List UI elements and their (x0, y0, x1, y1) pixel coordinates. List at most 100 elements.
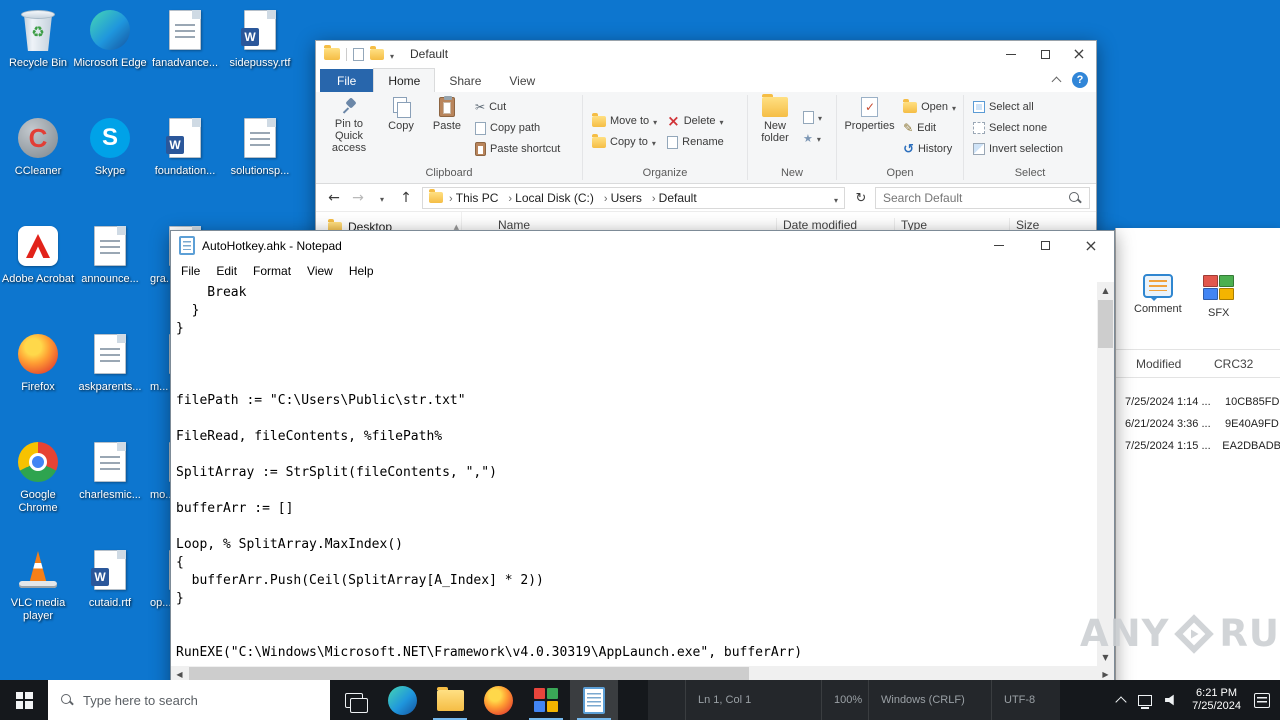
easy-access-button[interactable] (799, 129, 826, 149)
breadcrumb-this-pc[interactable]: This PC (445, 191, 502, 205)
taskbar-explorer-button[interactable] (426, 680, 474, 720)
vertical-scrollbar-thumb[interactable] (1098, 300, 1113, 348)
desktop-icon-microsoft-edge[interactable]: Microsoft Edge (73, 6, 147, 110)
desktop-icon-adobe-acrobat[interactable]: Adobe Acrobat (1, 222, 75, 326)
select-none-button[interactable]: Select none (969, 118, 1067, 138)
tab-home[interactable]: Home (373, 68, 436, 92)
desktop-icon-foundation[interactable]: foundation... (148, 114, 222, 218)
history-button[interactable]: History (899, 139, 960, 159)
tab-file[interactable]: File (320, 69, 374, 92)
sfx-button[interactable]: SFX (1202, 274, 1236, 319)
desktop-icon-ccleaner[interactable]: CCleaner (1, 114, 75, 218)
paste-icon (439, 96, 455, 117)
move-to-button[interactable]: Move to (588, 111, 661, 131)
archive-row[interactable]: 6/21/2024 3:36 ... 9E40A9FD (1116, 413, 1280, 435)
desktop-icon-recycle-bin[interactable]: Recycle Bin (1, 6, 75, 110)
pin-to-quick-access-button[interactable]: Pin to Quick access (321, 95, 377, 154)
desktop-icon-vlc[interactable]: VLC media player (1, 546, 75, 650)
desktop-icon-announce[interactable]: announce... (73, 222, 147, 326)
tab-view[interactable]: View (495, 69, 549, 92)
minimize-button[interactable] (976, 231, 1022, 260)
desktop-icon-solutionsp[interactable]: solutionsp... (223, 114, 297, 218)
select-all-button[interactable]: Select all (969, 97, 1067, 117)
properties-button[interactable]: Properties (842, 95, 897, 132)
task-view-button[interactable] (330, 680, 378, 720)
back-button[interactable] (322, 191, 346, 205)
taskbar-clock[interactable]: 6:21 PM 7/25/2024 (1192, 687, 1241, 713)
breadcrumb-default[interactable]: Default (648, 191, 701, 205)
vertical-scrollbar[interactable] (1097, 282, 1114, 666)
refresh-icon[interactable] (849, 191, 873, 205)
address-bar[interactable]: This PC Local Disk (C:) Users Default (422, 186, 845, 209)
taskbar-search-input[interactable]: Type here to search (48, 680, 330, 720)
notepad-text-area[interactable]: Break } } filePath := "C:\Users\Public\s… (171, 282, 1097, 666)
recent-locations-icon[interactable] (370, 191, 394, 205)
maximize-button[interactable] (1022, 231, 1068, 260)
group-label-select: Select (1014, 167, 1046, 179)
taskbar-edge-button[interactable] (378, 680, 426, 720)
delete-button[interactable]: Delete (663, 111, 728, 131)
qat-new-folder-icon[interactable] (370, 45, 384, 60)
taskbar-app-grid-button[interactable] (522, 680, 570, 720)
start-button[interactable] (0, 680, 48, 720)
tray-expand-icon[interactable] (1115, 695, 1127, 708)
menu-edit[interactable]: Edit (208, 264, 245, 278)
archive-row[interactable]: 7/25/2024 1:15 ... EA2DBADB (1116, 435, 1280, 457)
tab-share[interactable]: Share (435, 69, 495, 92)
network-icon[interactable] (1138, 694, 1153, 709)
taskbar-firefox-button[interactable] (474, 680, 522, 720)
breadcrumb-local-disk-c[interactable]: Local Disk (C:) (504, 191, 597, 205)
breadcrumb-users[interactable]: Users (600, 191, 646, 205)
menu-view[interactable]: View (299, 264, 341, 278)
edit-button[interactable]: Edit (899, 118, 960, 138)
new-folder-button[interactable]: New folder (753, 94, 797, 144)
paste-button[interactable]: Paste (425, 95, 469, 132)
copy-path-button[interactable]: Copy path (471, 118, 564, 138)
column-header-modified[interactable]: Modified (1116, 357, 1214, 371)
qat-properties-icon[interactable] (353, 47, 364, 61)
minimize-ribbon-icon[interactable] (1051, 76, 1062, 87)
scroll-up-icon[interactable] (1097, 282, 1114, 299)
button-label: Paste shortcut (490, 143, 561, 155)
minimize-button[interactable] (994, 41, 1028, 67)
group-label-new: New (780, 167, 803, 179)
desktop-icon-charlesmic[interactable]: charlesmic... (73, 438, 147, 542)
open-button[interactable]: Open (899, 97, 960, 117)
explorer-search-input[interactable]: Search Default (875, 186, 1090, 209)
archive-row[interactable]: 7/25/2024 1:14 ... 10CB85FD (1116, 391, 1280, 413)
menu-file[interactable]: File (173, 264, 208, 278)
paste-shortcut-button[interactable]: Paste shortcut (471, 139, 564, 159)
desktop-icon-askparents[interactable]: askparents... (73, 330, 147, 434)
menu-help[interactable]: Help (341, 264, 382, 278)
watermark-text-run: RUN (1219, 612, 1280, 655)
copy-to-button[interactable]: Copy to (588, 132, 661, 152)
up-button[interactable] (394, 191, 418, 205)
address-dropdown-icon[interactable] (834, 190, 838, 206)
desktop-icon-cutaid-rtf[interactable]: cutaid.rtf (73, 546, 147, 650)
close-button[interactable] (1062, 41, 1096, 67)
desktop-icon-fanadvance[interactable]: fanadvance... (148, 6, 222, 110)
close-button[interactable] (1068, 231, 1114, 260)
forward-button[interactable] (346, 191, 370, 205)
rename-button[interactable]: Rename (663, 132, 728, 152)
action-center-icon[interactable] (1254, 692, 1270, 708)
qat-dropdown-icon[interactable] (390, 46, 394, 62)
open-icon (903, 98, 918, 113)
new-item-button[interactable] (799, 108, 826, 128)
desktop-icon-sidepussy-rtf[interactable]: sidepussy.rtf (223, 6, 297, 110)
desktop-icon-firefox[interactable]: Firefox (1, 330, 75, 434)
desktop-icon-skype[interactable]: Skype (73, 114, 147, 218)
invert-selection-button[interactable]: Invert selection (969, 139, 1067, 159)
comment-button[interactable]: Comment (1134, 274, 1182, 319)
maximize-button[interactable] (1028, 41, 1062, 67)
copy-button[interactable]: Copy (379, 95, 423, 132)
taskbar-notepad-button[interactable] (570, 680, 618, 720)
document-icon (86, 438, 134, 486)
volume-icon[interactable] (1165, 694, 1174, 706)
cut-button[interactable]: Cut (471, 97, 564, 117)
column-header-crc32[interactable]: CRC32 (1214, 357, 1253, 371)
notepad-titlebar[interactable]: AutoHotkey.ahk - Notepad (171, 231, 1114, 260)
desktop-icon-google-chrome[interactable]: Google Chrome (1, 438, 75, 542)
help-icon[interactable] (1072, 72, 1088, 88)
menu-format[interactable]: Format (245, 264, 299, 278)
